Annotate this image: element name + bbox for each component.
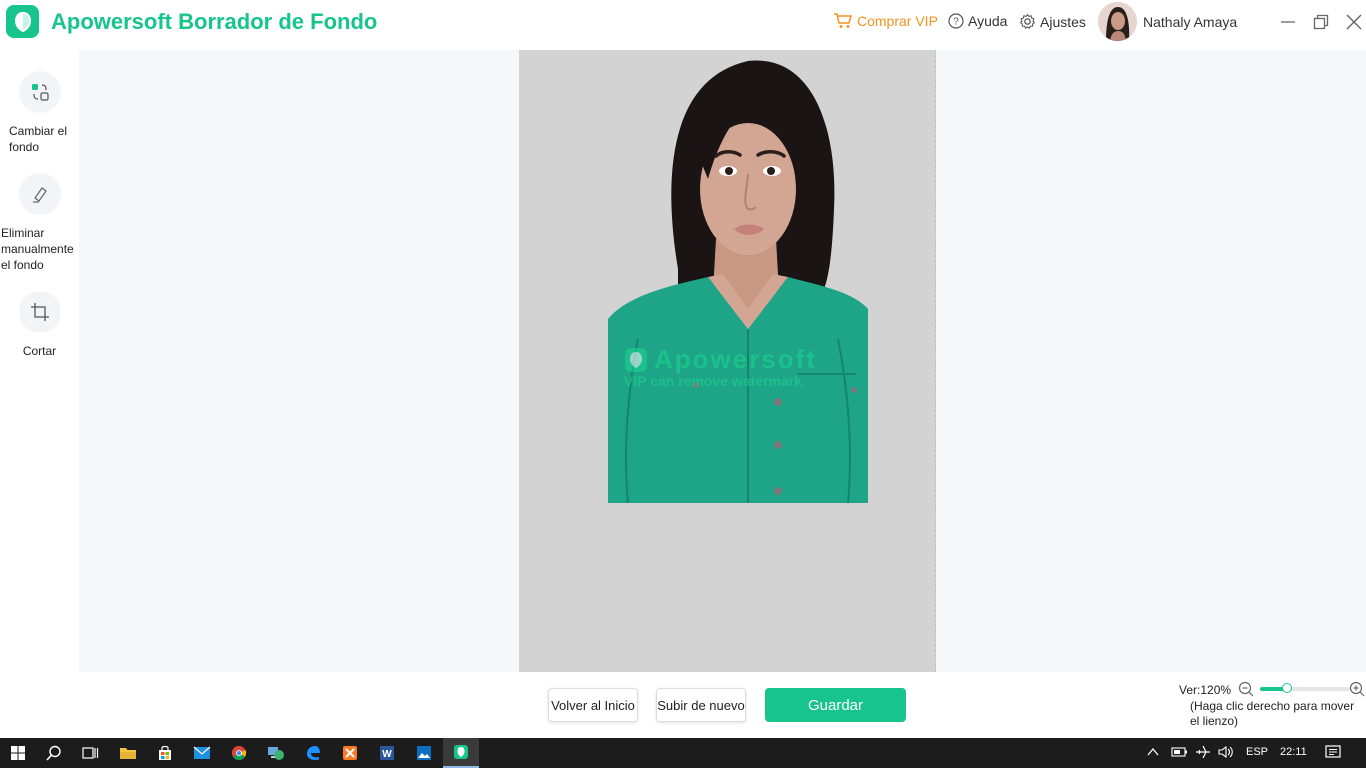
zoom-out-icon[interactable]	[1238, 681, 1254, 697]
restore-button[interactable]	[1309, 10, 1333, 34]
task-view-icon[interactable]	[72, 738, 108, 768]
app-title: Apowersoft Borrador de Fondo	[51, 9, 378, 34]
network-app-icon[interactable]	[258, 738, 294, 768]
image-canvas[interactable]: Apowersoft VIP can remove watermark	[519, 50, 936, 672]
avatar	[1098, 2, 1137, 41]
language-indicator[interactable]: ESP	[1246, 746, 1268, 758]
file-explorer-icon[interactable]	[110, 738, 146, 768]
edge-icon[interactable]	[295, 738, 331, 768]
svg-text:?: ?	[953, 17, 959, 28]
restore-icon	[1313, 14, 1329, 30]
watermark-title: Apowersoft	[654, 344, 817, 374]
zoom-slider-thumb[interactable]	[1282, 683, 1292, 693]
canvas-move-hint: (Haga clic derecho para mover el lienzo)	[1190, 699, 1355, 728]
store-icon[interactable]	[147, 738, 183, 768]
title-bar: Apowersoft Borrador de Fondo Comprar VIP…	[0, 0, 1366, 48]
manual-erase-icon	[18, 173, 61, 215]
settings-label: Ajustes	[1040, 13, 1086, 30]
chevron-up-icon[interactable]	[1146, 745, 1160, 762]
start-icon[interactable]	[0, 738, 36, 768]
close-button[interactable]	[1342, 10, 1366, 34]
change-background-tool[interactable]: Cambiar el fondo	[0, 71, 79, 155]
help-button[interactable]: ? Ayuda	[948, 13, 1007, 29]
user-profile[interactable]: Nathaly Amaya	[1098, 2, 1237, 41]
search-icon[interactable]	[36, 738, 72, 768]
chrome-icon[interactable]	[221, 738, 257, 768]
upload-again-button[interactable]: Subir de nuevo	[656, 688, 746, 722]
portrait-image: Apowersoft VIP can remove watermark	[608, 59, 868, 503]
buy-vip-label: Comprar VIP	[857, 13, 938, 29]
tool-sidebar: Cambiar el fondo Eliminar manualmente el…	[0, 50, 79, 672]
change-background-label: Cambiar el fondo	[9, 124, 68, 154]
zoom-slider[interactable]	[1260, 683, 1350, 693]
settings-button[interactable]: Ajustes	[1019, 13, 1086, 30]
bottom-bar: Volver al Inicio Subir de nuevo Guardar …	[0, 672, 1366, 738]
apowersoft-icon[interactable]	[443, 738, 479, 768]
airplane-mode-icon[interactable]	[1195, 745, 1211, 762]
minimize-button[interactable]	[1276, 10, 1300, 34]
gear-icon	[1019, 13, 1036, 29]
mail-icon[interactable]	[184, 738, 220, 768]
photos-icon[interactable]	[406, 738, 442, 768]
zoom-in-icon[interactable]	[1349, 681, 1365, 697]
app-window: Apowersoft Borrador de Fondo Comprar VIP…	[0, 0, 1366, 738]
clock[interactable]: 22:11	[1280, 746, 1307, 758]
word-icon[interactable]: W	[369, 738, 405, 768]
watermark-logo-icon	[625, 347, 647, 372]
app-logo-icon	[6, 5, 39, 38]
watermark-subtitle: VIP can remove watermark	[624, 373, 802, 389]
crop-icon	[18, 291, 61, 333]
workspace[interactable]: Apowersoft VIP can remove watermark	[79, 50, 1366, 672]
xampp-icon[interactable]	[332, 738, 368, 768]
windows-taskbar: W ESP 22:11	[0, 738, 1366, 768]
minimize-icon	[1281, 21, 1295, 23]
battery-icon[interactable]	[1170, 745, 1188, 762]
close-icon	[1346, 14, 1362, 30]
save-button[interactable]: Guardar	[765, 688, 906, 722]
crop-tool[interactable]: Cortar	[0, 291, 79, 359]
user-name: Nathaly Amaya	[1143, 13, 1238, 30]
notifications-icon[interactable]	[1325, 745, 1341, 762]
manual-erase-label: Eliminar manualmente el fondo	[1, 226, 74, 272]
back-home-button[interactable]: Volver al Inicio	[548, 688, 638, 722]
help-label: Ayuda	[968, 13, 1008, 29]
zoom-level-label: Ver:120%	[1179, 683, 1232, 697]
cart-icon	[834, 13, 852, 28]
svg-text:W: W	[382, 749, 392, 760]
manual-erase-tool[interactable]: Eliminar manualmente el fondo	[0, 173, 79, 273]
volume-icon[interactable]	[1218, 745, 1234, 762]
change-background-icon	[18, 71, 61, 113]
question-icon: ?	[948, 13, 964, 29]
crop-label: Cortar	[22, 344, 57, 358]
buy-vip-button[interactable]: Comprar VIP	[833, 13, 938, 29]
watermark: Apowersoft VIP can remove watermark	[624, 344, 854, 389]
